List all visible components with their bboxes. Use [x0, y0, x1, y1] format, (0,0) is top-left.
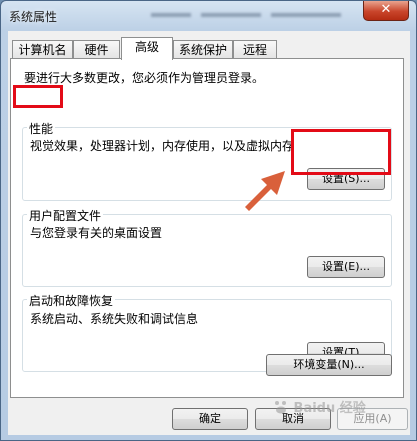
- user-profiles-settings-button[interactable]: 设置(E)...: [307, 256, 385, 278]
- watermark-text: Baidu 经验: [293, 401, 366, 416]
- startup-recovery-description: 系统启动、系统失败和调试信息: [30, 312, 199, 326]
- window-title: 系统属性: [9, 10, 58, 24]
- user-profiles-group: 用户配置文件 与您登录有关的桌面设置 设置(E)...: [22, 207, 392, 287]
- pointer-arrow-icon: [245, 171, 285, 211]
- tab-strip: 计算机名 硬件 高级 系统保护 远程: [8, 37, 410, 60]
- user-profiles-description: 与您登录有关的桌面设置: [30, 226, 163, 240]
- user-profiles-label: 用户配置文件: [27, 207, 104, 224]
- system-properties-window: 系统属性 ✕ 计算机名 硬件 高级 系统保护 远程 要进行大多数更改，您必须作为…: [0, 0, 417, 441]
- blur-icon: [151, 13, 341, 17]
- paw-logo-icon: [275, 401, 286, 414]
- performance-label: 性能: [27, 120, 56, 137]
- settings-button-highlight: [291, 129, 391, 175]
- tab-computer-name[interactable]: 计算机名: [12, 40, 73, 59]
- advanced-tab-panel: 要进行大多数更改，您必须作为管理员登录。 性能 视觉效果，处理器计划，内存使用，…: [10, 58, 404, 398]
- tab-hardware[interactable]: 硬件: [73, 40, 120, 59]
- close-icon: ✕: [380, 2, 392, 17]
- title-bar[interactable]: 系统属性 ✕: [1, 1, 416, 31]
- blurred-title-overlay: [151, 10, 341, 23]
- tab-advanced[interactable]: 高级: [121, 37, 173, 60]
- tab-remote[interactable]: 远程: [233, 40, 277, 59]
- performance-label-highlight: [13, 85, 63, 108]
- admin-note: 要进行大多数更改，您必须作为管理员登录。: [24, 71, 265, 85]
- startup-recovery-label: 启动和故障恢复: [27, 292, 116, 309]
- ok-button[interactable]: 确定: [172, 408, 248, 430]
- environment-variables-button[interactable]: 环境变量(N)...: [266, 354, 392, 376]
- performance-description: 视觉效果，处理器计划，内存使用，以及虚拟内存: [30, 139, 295, 153]
- dialog-client-area: 计算机名 硬件 高级 系统保护 远程 要进行大多数更改，您必须作为管理员登录。 …: [8, 31, 410, 435]
- close-button[interactable]: ✕: [363, 1, 409, 21]
- watermark: Baidu 经验: [273, 397, 366, 416]
- tab-system-protection[interactable]: 系统保护: [173, 40, 233, 59]
